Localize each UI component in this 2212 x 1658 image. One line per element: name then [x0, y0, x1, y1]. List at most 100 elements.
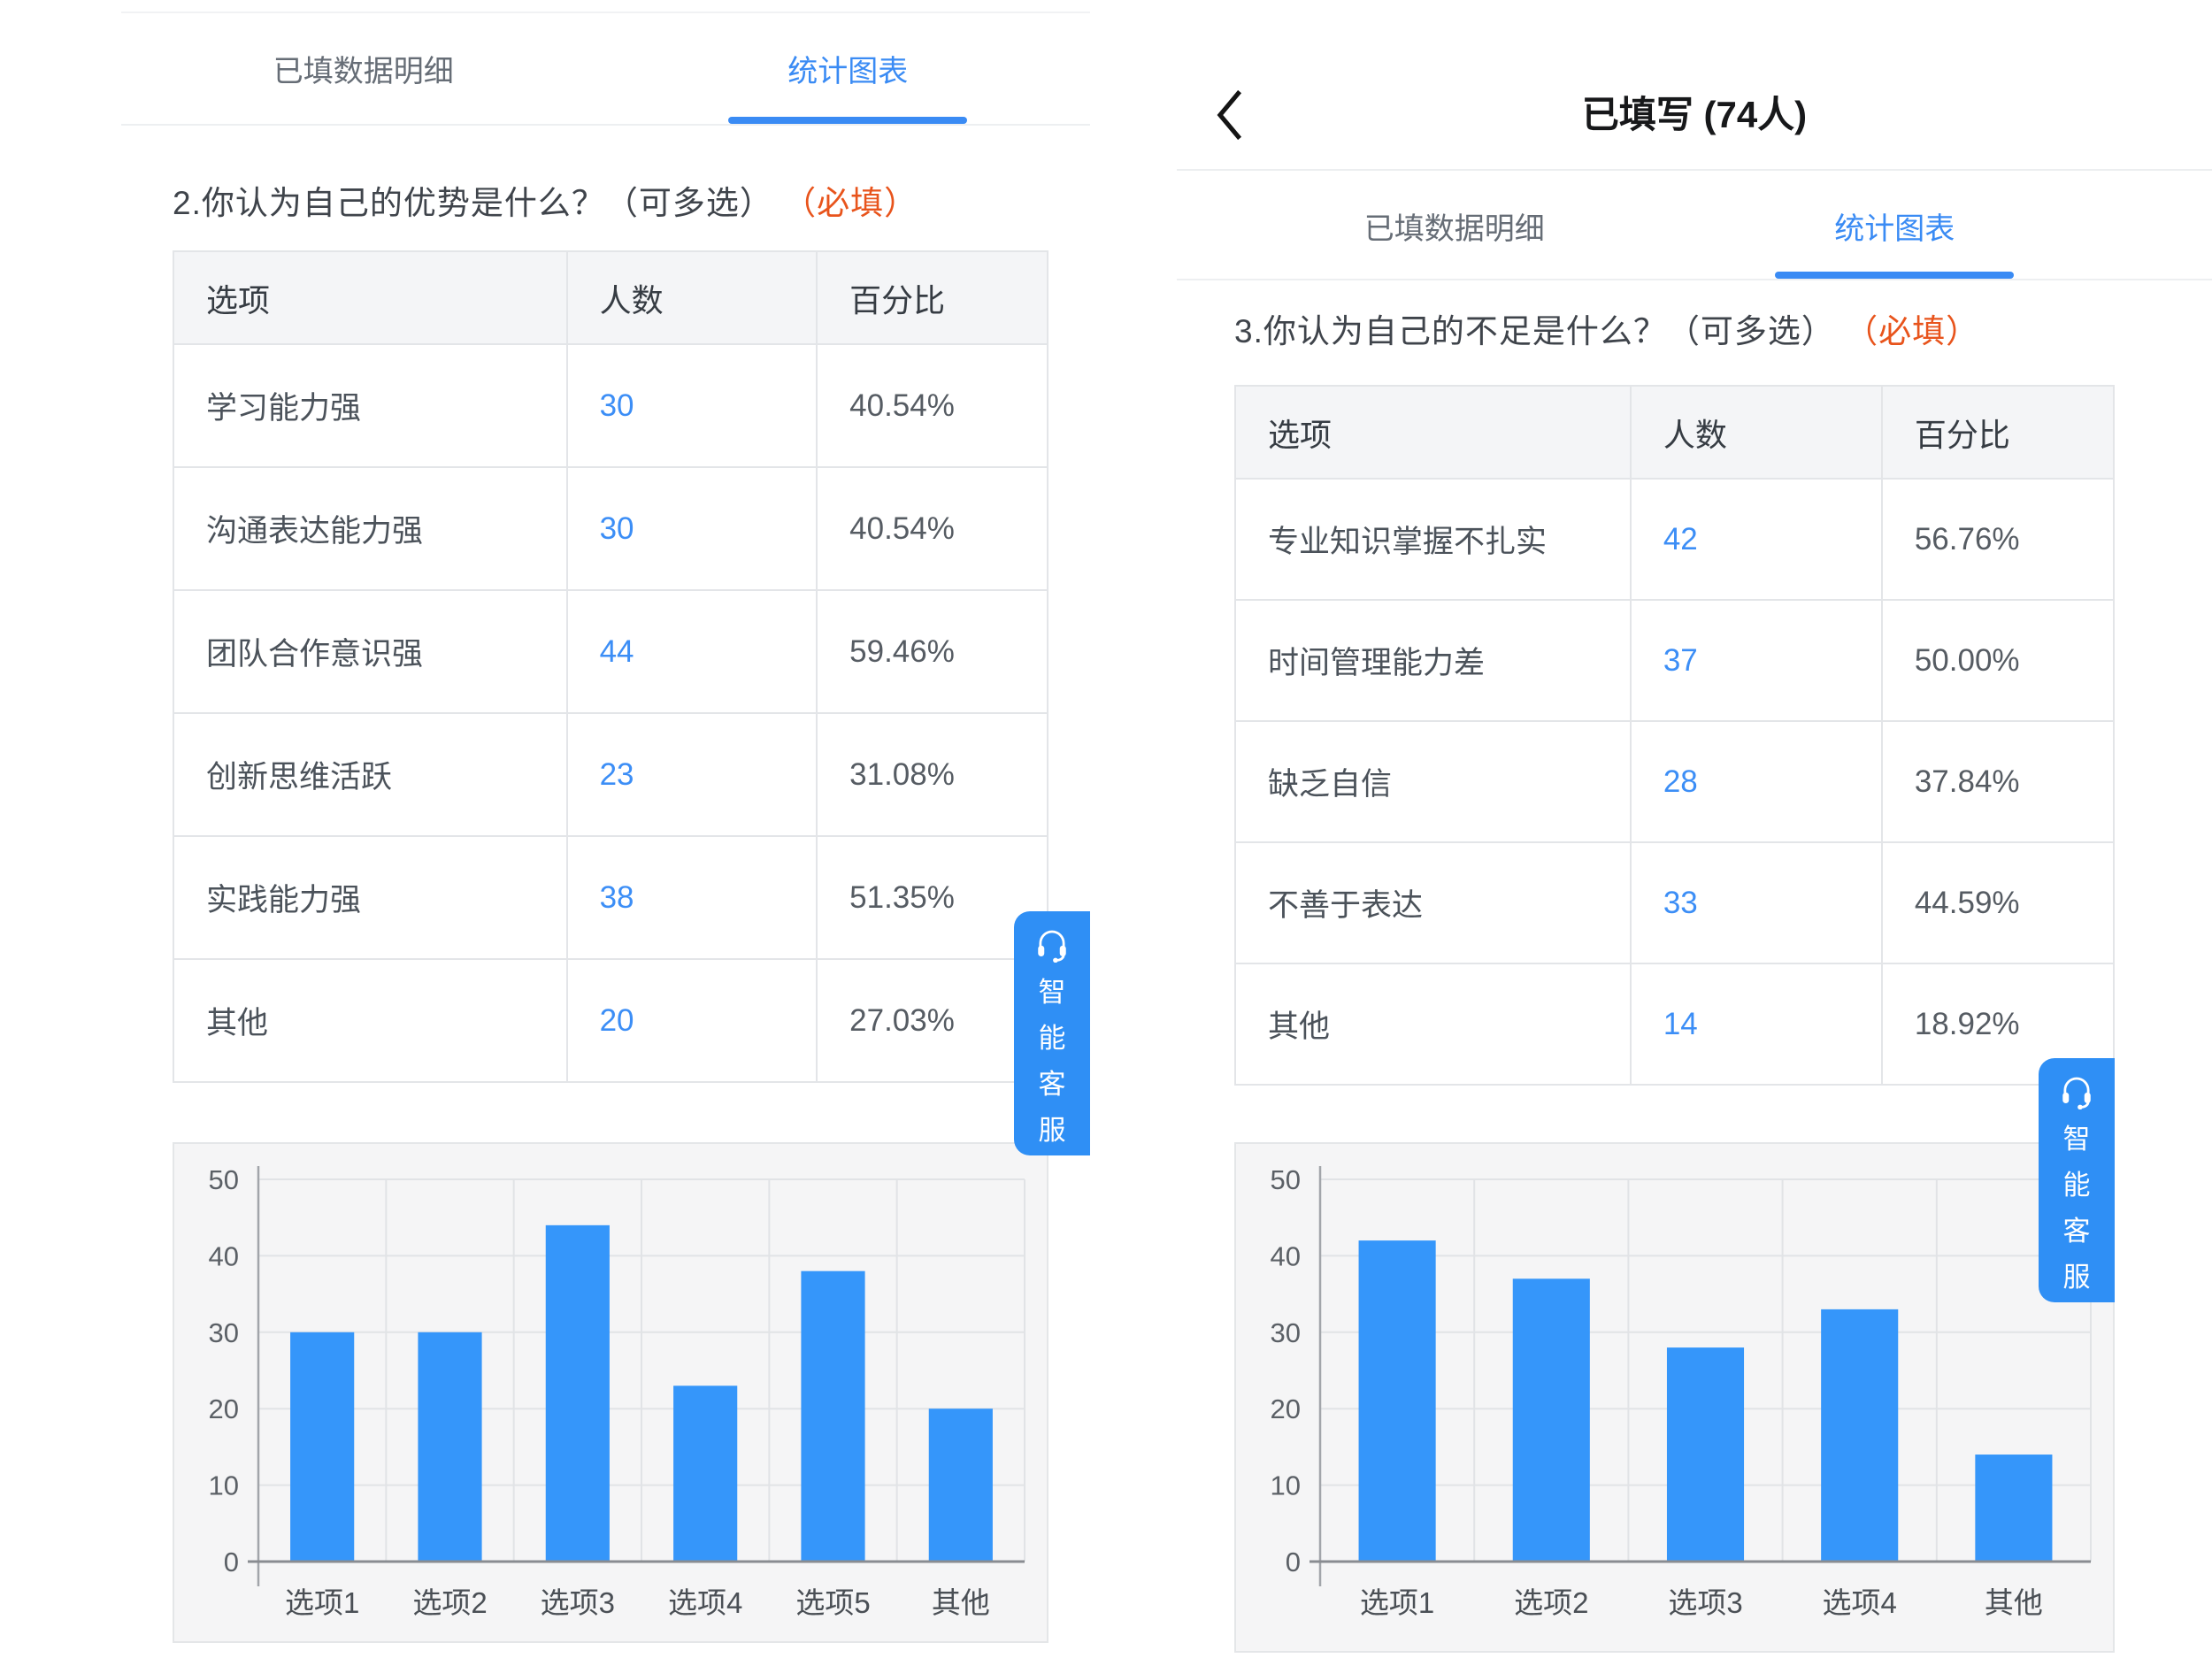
svg-text:选项5: 选项5 — [795, 1586, 870, 1619]
count-cell: 42 — [1631, 479, 1882, 600]
table-row: 不善于表达3344.59% — [1235, 842, 2114, 963]
svg-text:0: 0 — [1286, 1547, 1301, 1577]
svg-text:30: 30 — [1271, 1317, 1301, 1348]
svg-text:10: 10 — [1271, 1470, 1301, 1501]
tab-statistics[interactable]: 统计图表 — [606, 13, 1091, 124]
count-cell: 14 — [1631, 963, 1882, 1085]
active-tab-underline — [728, 117, 967, 124]
percent-cell: 50.00% — [1882, 600, 2114, 721]
tab-label: 已填数据明细 — [1364, 204, 1545, 248]
percent-cell: 31.08% — [817, 713, 1048, 836]
option-cell: 其他 — [173, 959, 567, 1082]
table-row: 其他1418.92% — [1235, 963, 2114, 1085]
svg-text:30: 30 — [209, 1317, 239, 1348]
page-title: 已填写 (74人) — [1177, 85, 2212, 139]
column-header: 人数 — [567, 251, 818, 344]
headset-icon — [1033, 925, 1071, 963]
tab-bar: 已填数据明细 统计图表 — [1234, 173, 2115, 279]
required-badge: （必填） — [1845, 313, 1979, 349]
count-cell: 23 — [567, 713, 818, 836]
option-cell: 其他 — [1235, 963, 1631, 1085]
column-header: 选项 — [173, 251, 567, 344]
tab-statistics[interactable]: 统计图表 — [1675, 173, 2116, 279]
table-header-row: 选项人数百分比 — [1235, 386, 2114, 479]
table-row: 专业知识掌握不扎实4256.76% — [1235, 479, 2114, 600]
count-cell: 44 — [567, 590, 818, 713]
smart-service-button[interactable]: 智能客服 — [2039, 1058, 2115, 1302]
service-button-label: 智能客服 — [2063, 1117, 2091, 1301]
count-cell: 20 — [567, 959, 818, 1082]
right-survey-panel: 已填写 (74人) 已填数据明细 统计图表 3.你认为自己的不足是什么？（可多选… — [1177, 0, 2212, 1658]
table-row: 团队合作意识强4459.46% — [173, 590, 1048, 713]
svg-text:选项1: 选项1 — [1360, 1586, 1434, 1619]
column-header: 人数 — [1631, 386, 1882, 479]
svg-text:40: 40 — [1271, 1240, 1301, 1271]
count-cell: 37 — [1631, 600, 1882, 721]
svg-text:选项3: 选项3 — [1668, 1586, 1742, 1619]
svg-text:选项4: 选项4 — [1823, 1586, 1897, 1619]
svg-text:20: 20 — [209, 1393, 239, 1424]
question-title: 3.你认为自己的不足是什么？（可多选） （必填） — [1234, 304, 1979, 352]
question-text: 2.你认为自己的优势是什么？（可多选） — [173, 185, 773, 221]
column-header: 选项 — [1235, 386, 1631, 479]
tab-label: 统计图表 — [1834, 204, 1955, 248]
percent-cell: 40.54% — [817, 467, 1048, 590]
option-cell: 沟通表达能力强 — [173, 467, 567, 590]
percent-cell: 59.46% — [817, 590, 1048, 713]
bar-chart: 01020304050选项1选项2选项3选项4选项5其他 — [173, 1142, 1048, 1643]
count-cell: 28 — [1631, 721, 1882, 842]
count-cell: 30 — [567, 344, 818, 467]
table-header-row: 选项人数百分比 — [173, 251, 1048, 344]
question-title: 2.你认为自己的优势是什么？（可多选） （必填） — [173, 176, 918, 224]
tab-filled-data[interactable]: 已填数据明细 — [121, 13, 606, 124]
percent-cell: 37.84% — [1882, 721, 2114, 842]
svg-text:其他: 其他 — [932, 1586, 990, 1619]
svg-text:50: 50 — [209, 1164, 239, 1195]
smart-service-button[interactable]: 智能客服 — [1014, 911, 1090, 1155]
svg-text:50: 50 — [1271, 1164, 1301, 1195]
headset-icon — [2058, 1072, 2095, 1109]
question-text: 3.你认为自己的不足是什么？（可多选） — [1234, 313, 1835, 349]
active-tab-underline — [1775, 272, 2014, 279]
option-cell: 学习能力强 — [173, 344, 567, 467]
count-cell: 38 — [567, 836, 818, 959]
svg-text:选项4: 选项4 — [668, 1586, 742, 1619]
percent-cell: 27.03% — [817, 959, 1048, 1082]
tab-filled-data[interactable]: 已填数据明细 — [1234, 173, 1675, 279]
required-badge: （必填） — [783, 185, 918, 221]
option-cell: 不善于表达 — [1235, 842, 1631, 963]
option-cell: 时间管理能力差 — [1235, 600, 1631, 721]
option-cell: 创新思维活跃 — [173, 713, 567, 836]
table-row: 其他2027.03% — [173, 959, 1048, 1082]
svg-text:0: 0 — [224, 1547, 239, 1577]
svg-text:20: 20 — [1271, 1393, 1301, 1424]
svg-text:10: 10 — [209, 1470, 239, 1501]
svg-text:40: 40 — [209, 1240, 239, 1271]
svg-text:选项2: 选项2 — [412, 1586, 487, 1619]
svg-text:选项3: 选项3 — [541, 1586, 615, 1619]
percent-cell: 51.35% — [817, 836, 1048, 959]
svg-text:其他: 其他 — [1985, 1586, 2043, 1619]
stats-table: 选项人数百分比专业知识掌握不扎实4256.76%时间管理能力差3750.00%缺… — [1234, 385, 2115, 1086]
table-row: 沟通表达能力强3040.54% — [173, 467, 1048, 590]
option-cell: 实践能力强 — [173, 836, 567, 959]
column-header: 百分比 — [1882, 386, 2114, 479]
option-cell: 缺乏自信 — [1235, 721, 1631, 842]
option-cell: 团队合作意识强 — [173, 590, 567, 713]
tab-label: 已填数据明细 — [273, 47, 454, 90]
count-cell: 30 — [567, 467, 818, 590]
divider — [1177, 279, 2212, 280]
count-cell: 33 — [1631, 842, 1882, 963]
table-row: 创新思维活跃2331.08% — [173, 713, 1048, 836]
app-header: 已填写 (74人) — [1177, 0, 2212, 171]
table-row: 学习能力强3040.54% — [173, 344, 1048, 467]
tab-label: 统计图表 — [787, 47, 908, 90]
service-button-label: 智能客服 — [1039, 970, 1066, 1154]
tab-bar: 已填数据明细 统计图表 — [121, 12, 1090, 126]
percent-cell: 56.76% — [1882, 479, 2114, 600]
column-header: 百分比 — [817, 251, 1048, 344]
table-row: 缺乏自信2837.84% — [1235, 721, 2114, 842]
left-survey-panel: 已填数据明细 统计图表 2.你认为自己的优势是什么？（可多选） （必填） 选项人… — [0, 0, 1090, 1658]
bar-chart: 01020304050选项1选项2选项3选项4其他 — [1234, 1142, 2115, 1653]
table-row: 实践能力强3851.35% — [173, 836, 1048, 959]
